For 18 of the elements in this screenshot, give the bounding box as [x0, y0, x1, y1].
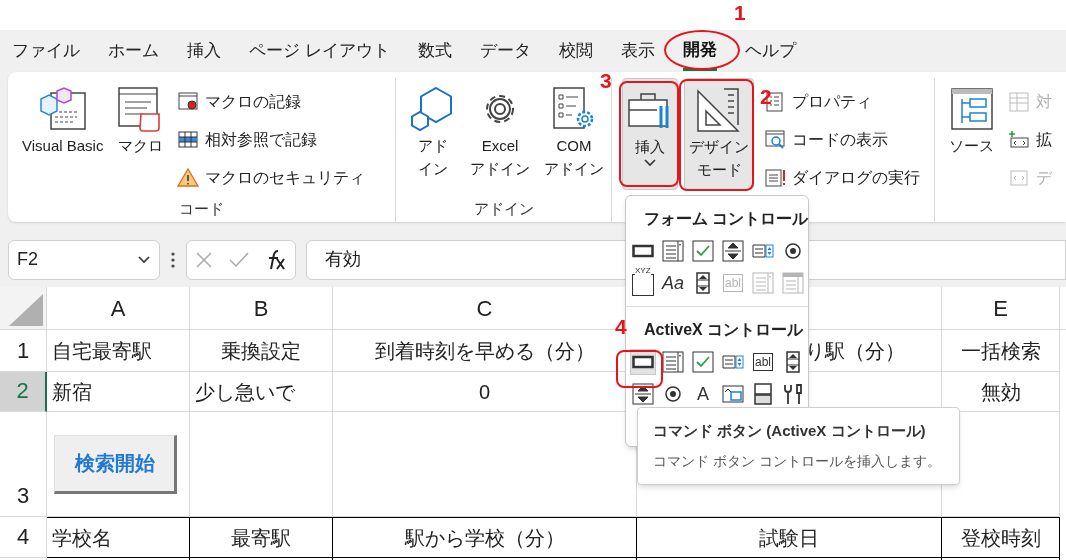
table-cell: 学校名	[47, 517, 190, 558]
table-cell: 新宿	[47, 372, 190, 412]
tooltip-description: コマンド ボタン コントロールを挿入します。	[653, 451, 942, 471]
table-cell: 乗換設定	[190, 330, 333, 372]
section-title: フォーム コントロール	[643, 209, 806, 229]
group-label: アドイン	[473, 198, 534, 219]
tooltip-title: コマンド ボタン (ActiveX コントロール)	[653, 421, 927, 442]
step-number: 3	[600, 70, 612, 91]
table-cell: 少し急いで	[190, 372, 333, 412]
step-number: 1	[734, 2, 746, 23]
table-cell: 登校時刻	[942, 517, 1060, 558]
group-label: コード	[179, 198, 224, 219]
table-cell: 最寄駅	[190, 517, 333, 558]
table-cell: 一括検索	[942, 330, 1060, 372]
step-number: 2	[760, 86, 772, 107]
table-cell: 試験日	[637, 517, 942, 558]
table-cell: 駅から学校（分）	[333, 517, 637, 558]
table-cell: 自宅最寄駅	[47, 330, 190, 372]
